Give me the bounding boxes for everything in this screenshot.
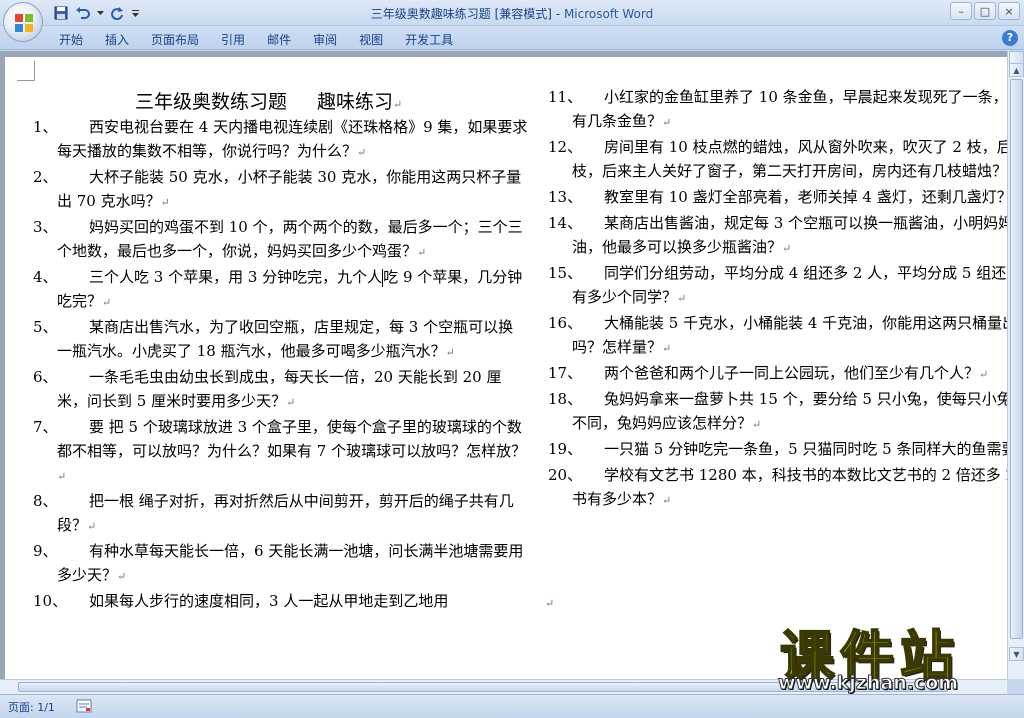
question-item: 18、兔妈妈拿来一盘萝卜共 15 个，要分给 5 只小兔，使每只小兔分得的个数都…: [548, 390, 1007, 432]
tab-mailings[interactable]: 邮件: [256, 30, 302, 48]
window-controls: – □ ×: [950, 2, 1020, 20]
question-item: 17、 两个爸爸和两个儿子一同上公园玩，他们至少有几个人？↵: [548, 364, 989, 382]
question-item: 5、 某商店出售汽水，为了收回空瓶，店里规定，每 3 个空瓶可以换一瓶汽水。小虎买…: [33, 318, 514, 360]
tab-developer[interactable]: 开发工具: [394, 30, 464, 48]
title-right: 趣味练习: [317, 91, 394, 113]
maximize-button[interactable]: □: [974, 2, 996, 20]
question-item: 19、一只猫 5 分钟吃完一条鱼，5 只猫同时吃 5 条同样大的鱼需要几分钟？↵: [548, 440, 1007, 458]
document-title: 三年级奥数练习题 趣味练习↵: [135, 91, 403, 113]
question-item: 7、要 把 5 个玻璃球放进 3 个盒子里，使每个盒子里的玻璃球的个数都不相等，…: [33, 418, 527, 483]
minimize-button[interactable]: –: [950, 2, 972, 20]
question-item: 14、某商店出售酱油，规定每 3 个空瓶可以换一瓶酱油，小明妈妈买了 15 瓶酱…: [548, 214, 1007, 256]
ribbon-tabs: 开始 插入 页面布局 引用 邮件 审阅 视图 开发工具 ?: [0, 26, 1024, 50]
question-item: 4、 三个人吃 3 个苹果，用 3 分钟吃完，九个人吃 9 个苹果，几分钟吃完？↵: [33, 268, 523, 310]
tab-home[interactable]: 开始: [48, 30, 94, 48]
tab-view[interactable]: 视图: [348, 30, 394, 48]
tab-page-layout[interactable]: 页面布局: [140, 30, 210, 48]
question-item: 15、同学们分组劳动，平均分成 4 组还多 2 人，平均分成 5 组还多 2 人…: [548, 264, 1007, 306]
office-button[interactable]: [3, 2, 43, 42]
vertical-scrollbar[interactable]: ▲ ▼: [1007, 51, 1024, 679]
question-item: 6、 一条毛毛虫由幼虫长到成虫，每天长一倍，20 天能长到 20 厘米，问长到 5…: [33, 368, 502, 410]
question-item: 3、 妈妈买回的鸡蛋不到 10 个，两个两个的数，最后多一个；三个三个地数，最后也…: [33, 218, 523, 260]
window-title: 三年级奥数趣味练习题 [兼容模式] - Microsoft Word: [370, 7, 654, 21]
status-bar: 页面: 1/1: [0, 694, 1024, 718]
empty-paragraph-mark: ↵: [545, 597, 555, 610]
question-item: 1、 西安电视台要在 4 天内播电视连续剧《还珠格格》9 集，如果要求每天播放的集…: [33, 118, 528, 160]
close-button[interactable]: ×: [998, 2, 1020, 20]
question-item: 9、 有种水草每天能长一倍，6 天能长满一池塘，问长满半池塘需要用多少天？↵: [33, 542, 524, 584]
question-item: 11、小红家的金鱼缸里养了 10 条金鱼，早晨起来发现死了一条，这时金鱼缸里有几…: [548, 88, 1007, 130]
question-item: 10、 如果每人步行的速度相同，3 人一起从甲地走到乙地用: [33, 592, 449, 610]
question-item: 13、教室里有 10 盏灯全部亮着，老师关掉 4 盏灯，还剩几盏灯？↵: [548, 188, 1007, 206]
scroll-thumb[interactable]: [1010, 79, 1023, 639]
question-item: 16、大桶能装 5 千克水，小桶能装 4 千克油，你能用这两只桶量出 6 千克油…: [548, 314, 1007, 356]
proofing-icon[interactable]: [76, 699, 92, 713]
question-item: 20、学校有文艺书 1280 本，科技书的本数比文艺书的 2 倍还多 240 本…: [548, 466, 1007, 508]
tab-review[interactable]: 审阅: [302, 30, 348, 48]
word-window: 三年级奥数趣味练习题 [兼容模式] - Microsoft Word – □ ×…: [0, 0, 1024, 718]
document-area: 三年级奥数练习题 趣味练习 ↵ 1、 西安电视台要在 4 天内播电视连续剧《还珠格格》…: [0, 51, 1007, 679]
document-name: 三年级奥数趣味练习题 [兼容模式]: [370, 7, 552, 21]
left-column: 1、 西安电视台要在 4 天内播电视连续剧《还珠格格》9 集，如果要求每天播放的集…: [33, 115, 528, 613]
margin-corner-mark: [17, 61, 35, 81]
question-item: 12、房间里有 10 枝点燃的蜡烛，风从窗外吹来，吹灭了 2 枝，后来又吹灭的 …: [548, 138, 1007, 180]
help-icon[interactable]: ?: [1002, 30, 1018, 46]
tab-references[interactable]: 引用: [210, 30, 256, 48]
app-name: Microsoft Word: [563, 7, 654, 21]
right-column: 11、小红家的金鱼缸里养了 10 条金鱼，早晨起来发现死了一条，这时金鱼缸里有几…: [548, 85, 1007, 513]
scroll-up-icon[interactable]: ▲: [1009, 63, 1024, 77]
watermark-url: www.kjzhan.com: [777, 672, 959, 695]
watermark-logo: 课件站 www.kjzhan.com: [770, 612, 1024, 695]
tab-insert[interactable]: 插入: [94, 30, 140, 48]
document-page[interactable]: 三年级奥数练习题 趣味练习 ↵ 1、 西安电视台要在 4 天内播电视连续剧《还珠格格》…: [5, 57, 1007, 679]
question-item: 2、 大杯子能装 50 克水，小杯子能装 30 克水，你能用这两只杯子量出 70 …: [33, 168, 522, 210]
question-item: 8、 把一根 绳子对折，再对折然后从中间剪开，剪开后的绳子共有几段？↵: [33, 492, 514, 534]
page-indicator[interactable]: 页面: 1/1: [8, 699, 55, 715]
title-left: 三年级奥数练习题: [135, 91, 288, 113]
office-logo-icon: [15, 14, 33, 32]
title-bar: 三年级奥数趣味练习题 [兼容模式] - Microsoft Word – □ ×: [0, 0, 1024, 26]
